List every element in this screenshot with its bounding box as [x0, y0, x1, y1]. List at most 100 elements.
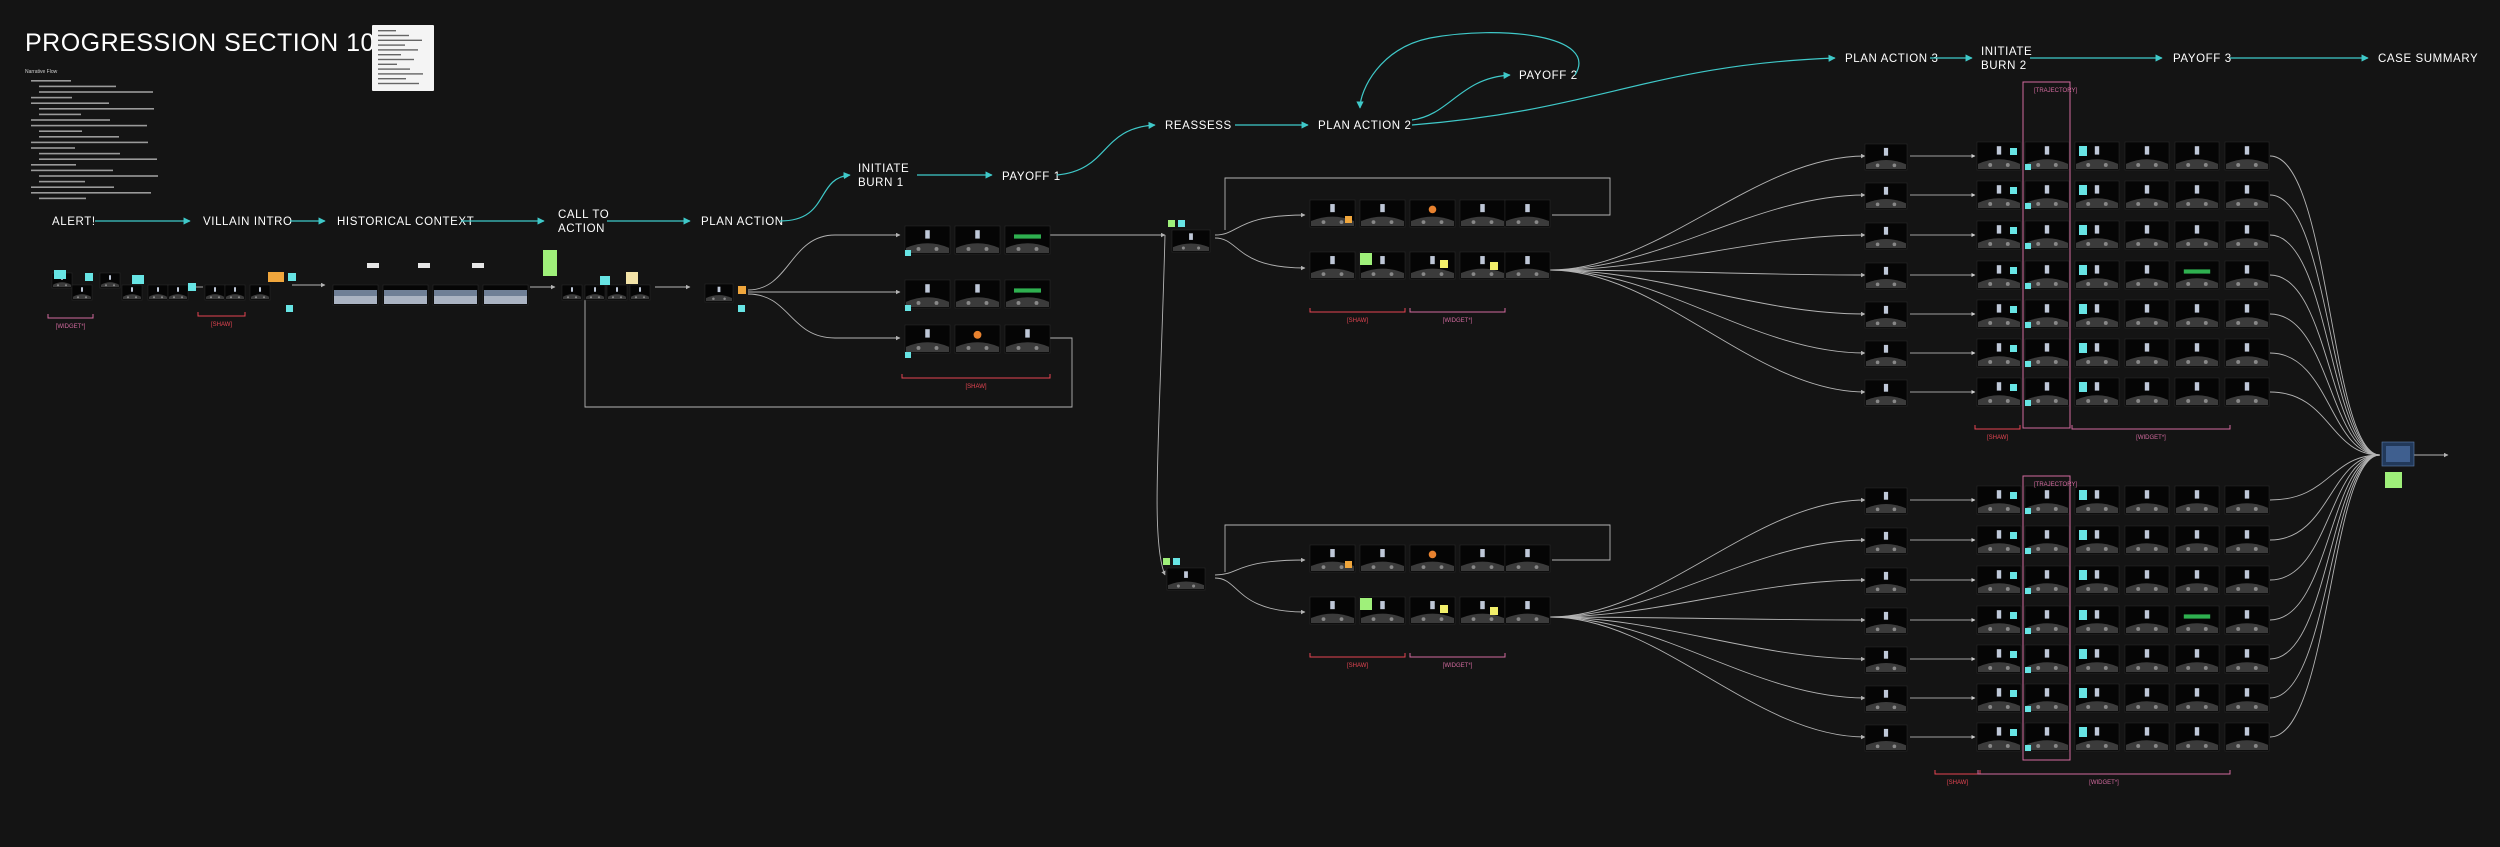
- sticky-note-icon[interactable]: [2010, 267, 2017, 274]
- sticky-note-icon[interactable]: [543, 250, 557, 276]
- sticky-note-icon[interactable]: [2025, 361, 2031, 367]
- sticky-note-icon[interactable]: [418, 263, 430, 268]
- sticky-note-icon[interactable]: [54, 270, 66, 279]
- sticky-note-icon[interactable]: [472, 263, 484, 268]
- sticky-note-icon[interactable]: [600, 276, 610, 285]
- screen-thumbnail[interactable]: [2224, 605, 2270, 635]
- screen-thumbnail[interactable]: [2024, 299, 2070, 329]
- sticky-note-icon[interactable]: [2010, 612, 2017, 619]
- screen-thumbnail[interactable]: [2124, 141, 2170, 171]
- screen-thumbnail[interactable]: [2224, 565, 2270, 595]
- trajectory-group-upper[interactable]: [2022, 81, 2071, 429]
- screen-thumbnail[interactable]: [432, 284, 479, 306]
- screen-thumbnail[interactable]: [1409, 544, 1456, 573]
- screen-thumbnail[interactable]: [2124, 299, 2170, 329]
- screen-thumbnail[interactable]: [1864, 567, 1908, 595]
- screen-thumbnail[interactable]: [2174, 338, 2220, 368]
- sticky-note-icon[interactable]: [2010, 572, 2017, 579]
- sticky-note-icon[interactable]: [1178, 220, 1185, 227]
- sticky-note-icon[interactable]: [2025, 588, 2031, 594]
- sticky-note-icon[interactable]: [2025, 745, 2031, 751]
- sticky-note-icon[interactable]: [2010, 532, 2017, 539]
- sticky-note-icon[interactable]: [2079, 649, 2087, 659]
- screen-thumbnail[interactable]: [1864, 527, 1908, 555]
- sticky-note-icon[interactable]: [905, 352, 911, 358]
- screen-thumbnail[interactable]: [1004, 225, 1051, 255]
- screen-thumbnail[interactable]: [2024, 605, 2070, 635]
- sticky-note-icon[interactable]: [2079, 304, 2087, 314]
- sticky-note-icon[interactable]: [85, 273, 93, 281]
- sticky-note-icon[interactable]: [2010, 492, 2017, 499]
- sticky-note-icon[interactable]: [2079, 265, 2087, 275]
- sticky-note-icon[interactable]: [2079, 688, 2087, 698]
- sticky-note-icon[interactable]: [2010, 690, 2017, 697]
- sticky-note-icon[interactable]: [367, 263, 379, 268]
- screen-thumbnail[interactable]: [584, 284, 606, 301]
- sticky-note-icon[interactable]: [1440, 260, 1448, 268]
- screen-thumbnail[interactable]: [1504, 596, 1551, 625]
- screen-thumbnail[interactable]: [1309, 596, 1356, 625]
- screen-thumbnail[interactable]: [561, 284, 583, 301]
- sticky-note-icon[interactable]: [738, 286, 746, 294]
- screen-thumbnail[interactable]: [2124, 605, 2170, 635]
- screen-thumbnail[interactable]: [1309, 251, 1356, 280]
- screen-thumbnail[interactable]: [2224, 299, 2270, 329]
- screen-thumbnail[interactable]: [2174, 605, 2220, 635]
- sticky-note-icon[interactable]: [905, 250, 911, 256]
- screen-thumbnail[interactable]: [2124, 220, 2170, 250]
- screen-thumbnail[interactable]: [2124, 180, 2170, 210]
- sticky-note-icon[interactable]: [2010, 227, 2017, 234]
- screen-thumbnail[interactable]: [482, 284, 529, 306]
- sticky-note-icon[interactable]: [2079, 343, 2087, 353]
- sticky-note-icon[interactable]: [2079, 727, 2087, 737]
- screen-thumbnail[interactable]: [249, 284, 271, 301]
- screen-thumbnail[interactable]: [629, 284, 651, 301]
- screen-thumbnail[interactable]: [1864, 487, 1908, 515]
- screen-thumbnail[interactable]: [904, 225, 951, 255]
- sticky-note-icon[interactable]: [2025, 203, 2031, 209]
- screen-thumbnail[interactable]: [332, 284, 379, 306]
- screen-thumbnail[interactable]: [1976, 141, 2022, 171]
- screen-thumbnail[interactable]: [1976, 299, 2022, 329]
- sticky-note-icon[interactable]: [1173, 558, 1180, 565]
- screen-thumbnail[interactable]: [2124, 565, 2170, 595]
- screen-thumbnail[interactable]: [1459, 596, 1506, 625]
- screen-thumbnail[interactable]: [1864, 607, 1908, 635]
- screen-thumbnail[interactable]: [1864, 262, 1908, 290]
- screen-thumbnail[interactable]: [2174, 565, 2220, 595]
- sticky-note-icon[interactable]: [2025, 243, 2031, 249]
- sticky-note-icon[interactable]: [626, 272, 638, 284]
- screen-thumbnail[interactable]: [1004, 324, 1051, 354]
- screen-thumbnail[interactable]: [1166, 567, 1206, 591]
- screen-thumbnail[interactable]: [2174, 220, 2220, 250]
- sticky-note-icon[interactable]: [2025, 628, 2031, 634]
- screen-thumbnail[interactable]: [2174, 141, 2220, 171]
- screen-thumbnail[interactable]: [2024, 180, 2070, 210]
- screen-thumbnail[interactable]: [71, 284, 93, 301]
- sticky-note-icon[interactable]: [738, 305, 745, 312]
- screen-thumbnail[interactable]: [1864, 301, 1908, 329]
- screen-thumbnail[interactable]: [2124, 722, 2170, 752]
- screen-thumbnail[interactable]: [382, 284, 429, 306]
- sticky-note-icon[interactable]: [1490, 607, 1498, 615]
- screen-thumbnail[interactable]: [2174, 260, 2220, 290]
- screen-thumbnail[interactable]: [2224, 525, 2270, 555]
- screen-thumbnail[interactable]: [2224, 722, 2270, 752]
- screen-thumbnail[interactable]: [1504, 251, 1551, 280]
- screen-thumbnail[interactable]: [954, 324, 1001, 354]
- screen-thumbnail[interactable]: [1409, 596, 1456, 625]
- screen-thumbnail[interactable]: [2224, 141, 2270, 171]
- screen-thumbnail[interactable]: [147, 284, 169, 301]
- screen-thumbnail[interactable]: [2124, 644, 2170, 674]
- sticky-note-icon[interactable]: [286, 305, 293, 312]
- screen-thumbnail[interactable]: [2224, 220, 2270, 250]
- sticky-note-icon[interactable]: [2079, 185, 2087, 195]
- screen-thumbnail[interactable]: [1864, 340, 1908, 368]
- sticky-note-icon[interactable]: [2079, 570, 2087, 580]
- screen-thumbnail[interactable]: [1864, 724, 1908, 752]
- screen-thumbnail[interactable]: [1976, 565, 2022, 595]
- screen-thumbnail[interactable]: [2024, 338, 2070, 368]
- sticky-note-icon[interactable]: [905, 305, 911, 311]
- screen-thumbnail[interactable]: [2024, 260, 2070, 290]
- screen-thumbnail[interactable]: [704, 283, 734, 303]
